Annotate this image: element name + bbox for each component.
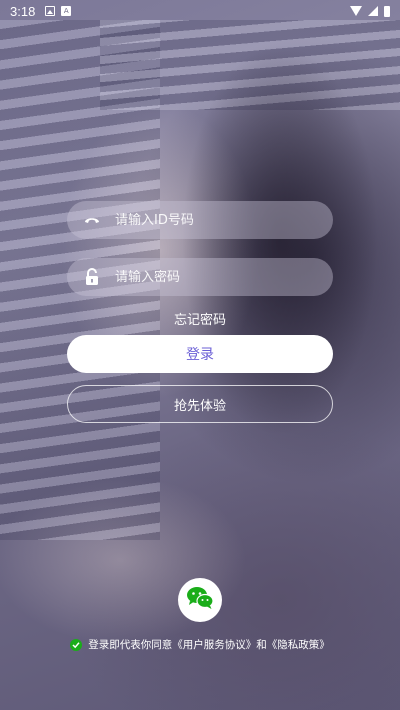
agreement-row: 登录即代表你同意 《用户服务协议》 和 《隐私政策》 xyxy=(0,637,400,652)
wechat-login-button[interactable] xyxy=(178,578,222,622)
id-field-container[interactable] xyxy=(67,201,333,239)
battery-icon xyxy=(384,5,390,17)
privacy-link[interactable]: 《隐私政策》 xyxy=(267,637,330,652)
status-bar: 3:18 A xyxy=(0,0,400,22)
wechat-icon xyxy=(186,586,214,614)
agreement-and: 和 xyxy=(256,639,267,651)
signal-icon xyxy=(368,6,378,16)
phone-icon xyxy=(83,211,101,229)
check-icon xyxy=(72,641,80,648)
agree-checkbox[interactable] xyxy=(70,638,83,651)
login-button[interactable]: 登录 xyxy=(67,335,333,373)
lock-icon xyxy=(83,268,101,286)
agreement-prefix: 登录即代表你同意 xyxy=(88,639,173,651)
id-input[interactable] xyxy=(115,212,315,228)
image-icon xyxy=(45,6,56,16)
status-time: 3:18 xyxy=(10,3,36,19)
a-icon: A xyxy=(61,6,72,16)
wifi-icon xyxy=(350,6,362,16)
password-field-container[interactable] xyxy=(67,258,333,296)
try-first-button[interactable]: 抢先体验 xyxy=(67,385,333,423)
photo-shadow-decoration xyxy=(150,40,400,560)
terms-link[interactable]: 《用户服务协议》 xyxy=(172,637,256,652)
forgot-password-link[interactable]: 忘记密码 xyxy=(0,309,400,328)
password-input[interactable] xyxy=(115,269,315,285)
